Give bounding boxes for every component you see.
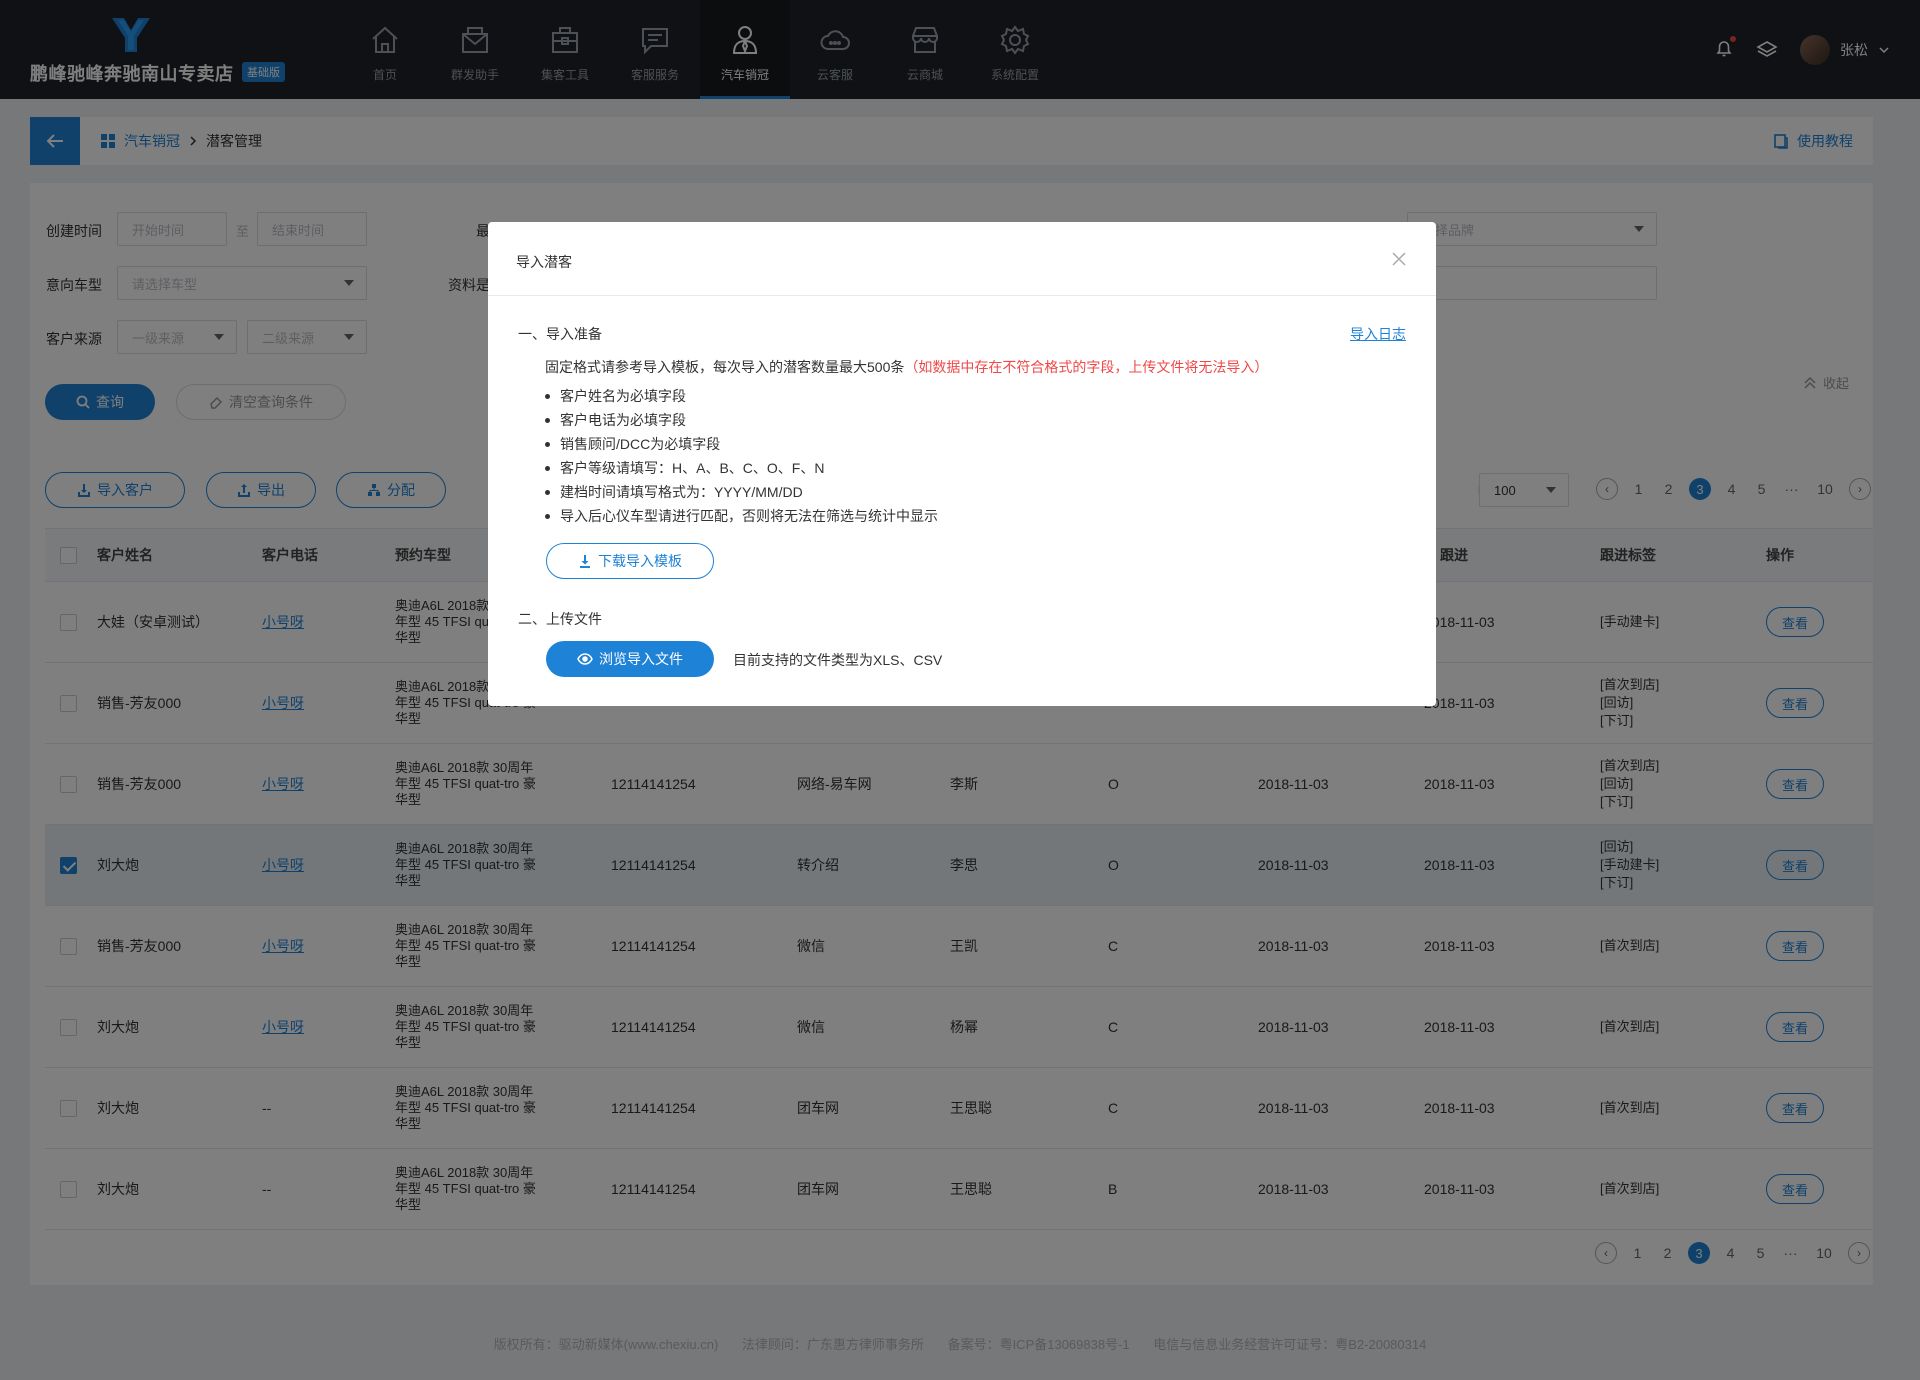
section-prepare-title: 一、导入准备 [518,326,602,342]
description-text: 固定格式请参考导入模板，每次导入的潜客数量最大500条 [545,359,905,375]
rule-item: 客户等级请填写：H、A、B、C、O、F、N [545,456,938,480]
rule-item: 导入后心仪车型请进行匹配，否则将无法在筛选与统计中显示 [545,504,938,528]
download-template-label: 下载导入模板 [598,553,682,569]
browse-file-button[interactable]: 浏览导入文件 [546,641,714,677]
import-modal: 导入潜客 一、导入准备 导入日志 固定格式请参考导入模板，每次导入的潜客数量最大… [488,222,1436,706]
description-warning: （如数据中存在不符合格式的字段，上传文件将无法导入） [904,359,1269,375]
download-template-button[interactable]: 下载导入模板 [546,543,714,579]
import-log-link[interactable]: 导入日志 [1350,324,1406,344]
rule-item: 客户电话为必填字段 [545,408,938,432]
eye-icon [577,653,593,665]
rule-item: 销售顾问/DCC为必填字段 [545,432,938,456]
modal-header: 导入潜客 [488,222,1436,296]
import-rules: 客户姓名为必填字段 客户电话为必填字段 销售顾问/DCC为必填字段 客户等级请填… [545,384,938,528]
download-icon [580,555,590,568]
section-upload-title: 二、上传文件 [518,611,602,627]
rule-item: 建档时间请填写格式为：YYYY/MM/DD [545,480,938,504]
file-type-hint: 目前支持的文件类型为XLS、CSV [733,652,943,668]
browse-file-label: 浏览导入文件 [599,651,683,667]
import-description: 固定格式请参考导入模板，每次导入的潜客数量最大500条（如数据中存在不符合格式的… [545,357,1268,377]
close-icon[interactable] [1390,250,1408,268]
modal-title: 导入潜客 [516,254,572,270]
rule-item: 客户姓名为必填字段 [545,384,938,408]
